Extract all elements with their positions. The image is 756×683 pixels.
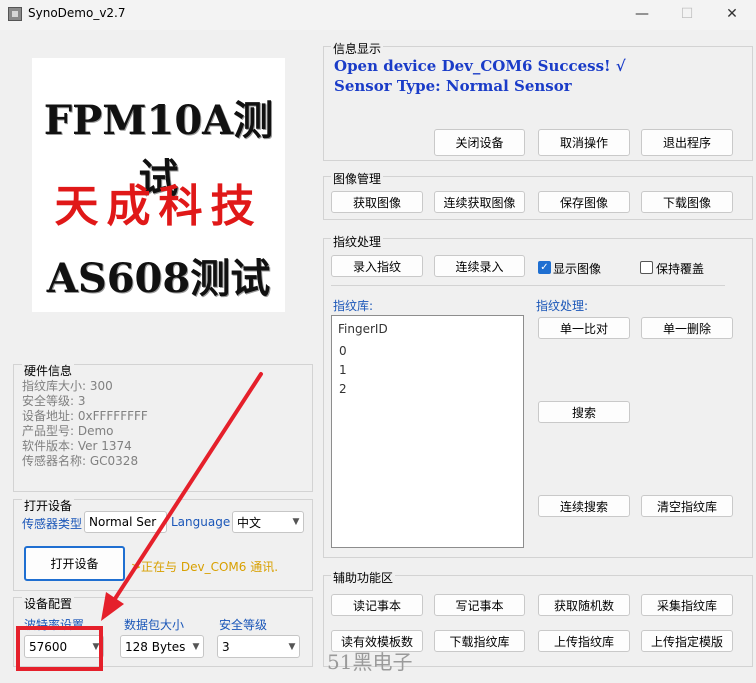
cancel-operation-button[interactable]: 取消操作 — [538, 129, 630, 156]
watermark: 51黑电子 — [327, 650, 413, 674]
close-device-button[interactable]: 关闭设备 — [434, 129, 525, 156]
fingerprint-library-label: 指纹库: — [333, 299, 374, 313]
image-management-title: 图像管理 — [331, 170, 384, 187]
show-image-label: 显示图像 — [553, 262, 602, 276]
delete-one-button[interactable]: 单一删除 — [641, 317, 733, 339]
fingerprint-processing-title: 指纹处理 — [331, 233, 384, 250]
info-line-2: Sensor Type: Normal Sensor — [334, 77, 572, 95]
search-button[interactable]: 搜索 — [538, 401, 630, 423]
download-image-button[interactable]: 下载图像 — [641, 191, 733, 213]
info-line-1: Open device Dev_COM6 Success! √ — [334, 57, 626, 75]
upload-template-button[interactable]: 上传指定模版 — [641, 630, 733, 652]
continuous-capture-button[interactable]: 连续获取图像 — [434, 191, 525, 213]
info-display-title: 信息显示 — [331, 40, 384, 57]
fingerprint-list[interactable]: FingerID 0 1 2 — [331, 315, 524, 548]
list-item[interactable]: 2 — [339, 382, 347, 396]
collect-library-button[interactable]: 采集指纹库 — [641, 594, 733, 616]
download-library-button[interactable]: 下载指纹库 — [434, 630, 525, 652]
fingerprint-list-header: FingerID — [338, 322, 388, 336]
keep-overwrite-checkbox[interactable] — [640, 261, 653, 274]
aux-functions-title: 辅助功能区 — [331, 569, 396, 586]
get-random-button[interactable]: 获取随机数 — [538, 594, 630, 616]
list-item[interactable]: 1 — [339, 363, 347, 377]
match-one-button[interactable]: 单一比对 — [538, 317, 630, 339]
clear-library-button[interactable]: 清空指纹库 — [641, 495, 733, 517]
fingerprint-process-label: 指纹处理: — [536, 299, 589, 313]
read-notepad-button[interactable]: 读记事本 — [331, 594, 423, 616]
keep-overwrite-label: 保持覆盖 — [656, 262, 705, 276]
save-image-button[interactable]: 保存图像 — [538, 191, 630, 213]
write-notepad-button[interactable]: 写记事本 — [434, 594, 525, 616]
continuous-search-button[interactable]: 连续搜索 — [538, 495, 630, 517]
upload-library-button[interactable]: 上传指纹库 — [538, 630, 630, 652]
divider — [331, 285, 725, 286]
show-image-checkbox[interactable]: ✓ — [538, 261, 551, 274]
enroll-fingerprint-button[interactable]: 录入指纹 — [331, 255, 423, 277]
capture-image-button[interactable]: 获取图像 — [331, 191, 423, 213]
continuous-enroll-button[interactable]: 连续录入 — [434, 255, 525, 277]
list-item[interactable]: 0 — [339, 344, 347, 358]
exit-program-button[interactable]: 退出程序 — [641, 129, 733, 156]
